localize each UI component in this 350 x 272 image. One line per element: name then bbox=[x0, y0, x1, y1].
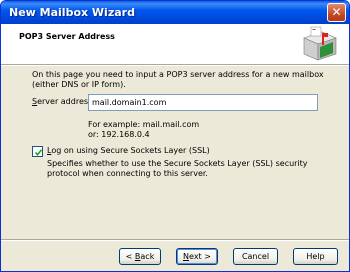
server-address-label: Server address: bbox=[32, 97, 95, 106]
back-prefix: < bbox=[125, 252, 135, 261]
ssl-checkbox[interactable] bbox=[32, 146, 43, 157]
example-line-2: or: 192.168.0.4 bbox=[88, 130, 150, 139]
wizard-window: New Mailbox Wizard ✕ POP3 Server Address… bbox=[0, 0, 350, 272]
next-rest: ext > bbox=[189, 252, 211, 261]
wizard-header: POP3 Server Address bbox=[1, 24, 349, 64]
server-address-input[interactable] bbox=[88, 94, 318, 111]
ssl-label-rest: og on using Secure Sockets Layer (SSL) bbox=[51, 146, 210, 155]
ssl-checkbox-label[interactable]: Log on using Secure Sockets Layer (SSL) bbox=[47, 146, 210, 155]
example-line-1: For example: mail.mail.com bbox=[88, 120, 200, 129]
server-label-rest: erver address: bbox=[37, 97, 95, 106]
header-separator bbox=[1, 64, 349, 66]
back-rest: ack bbox=[140, 252, 155, 261]
back-button[interactable]: < Back bbox=[119, 248, 161, 265]
page-title: POP3 Server Address bbox=[19, 32, 115, 41]
ssl-description: Specifies whether to use the Secure Sock… bbox=[47, 159, 308, 178]
window-title: New Mailbox Wizard bbox=[9, 6, 135, 19]
checkmark-icon bbox=[34, 149, 43, 157]
cancel-button[interactable]: Cancel bbox=[233, 248, 278, 265]
title-bar[interactable]: New Mailbox Wizard ✕ bbox=[1, 1, 349, 24]
close-icon: ✕ bbox=[331, 5, 342, 19]
help-button[interactable]: Help bbox=[293, 248, 338, 265]
close-button[interactable]: ✕ bbox=[327, 3, 346, 22]
mailbox-wizard-icon bbox=[303, 26, 337, 61]
server-example: For example: mail.mail.com or: 192.168.0… bbox=[88, 120, 199, 140]
intro-text: On this page you need to input a POP3 se… bbox=[32, 70, 324, 89]
next-button[interactable]: Next > bbox=[176, 248, 218, 265]
footer-separator bbox=[1, 239, 349, 241]
